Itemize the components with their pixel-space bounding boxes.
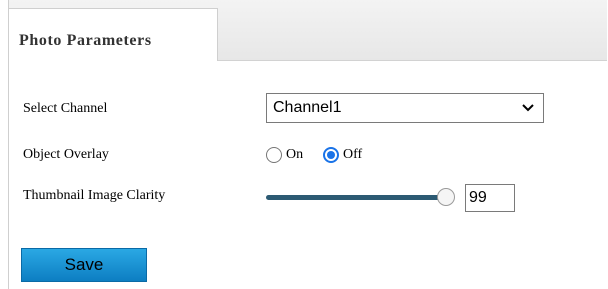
tab-bar: Photo Parameters: [9, 0, 607, 61]
tab-label: Photo Parameters: [19, 32, 152, 49]
overlay-on-radio[interactable]: [266, 147, 282, 163]
settings-panel: Photo Parameters Select Channel Channel1…: [8, 0, 607, 289]
overlay-on-label: On: [286, 147, 304, 162]
overlay-on-option[interactable]: On: [266, 144, 303, 166]
clarity-slider-thumb[interactable]: [437, 188, 456, 206]
clarity-value-input[interactable]: [465, 184, 515, 212]
overlay-off-label: Off: [343, 147, 363, 162]
overlay-off-option[interactable]: Off: [323, 144, 362, 166]
thumbnail-clarity-label: Thumbnail Image Clarity: [23, 188, 166, 203]
clarity-slider-track[interactable]: [266, 195, 448, 200]
save-button[interactable]: Save: [21, 248, 147, 282]
channel-select[interactable]: Channel1: [266, 93, 544, 123]
select-channel-label: Select Channel: [23, 101, 108, 116]
object-overlay-label: Object Overlay: [23, 147, 109, 162]
chevron-down-icon: [522, 104, 534, 112]
overlay-off-radio[interactable]: [323, 147, 339, 163]
tab-photo-parameters[interactable]: Photo Parameters: [9, 8, 218, 61]
channel-select-value: Channel1: [273, 99, 342, 116]
